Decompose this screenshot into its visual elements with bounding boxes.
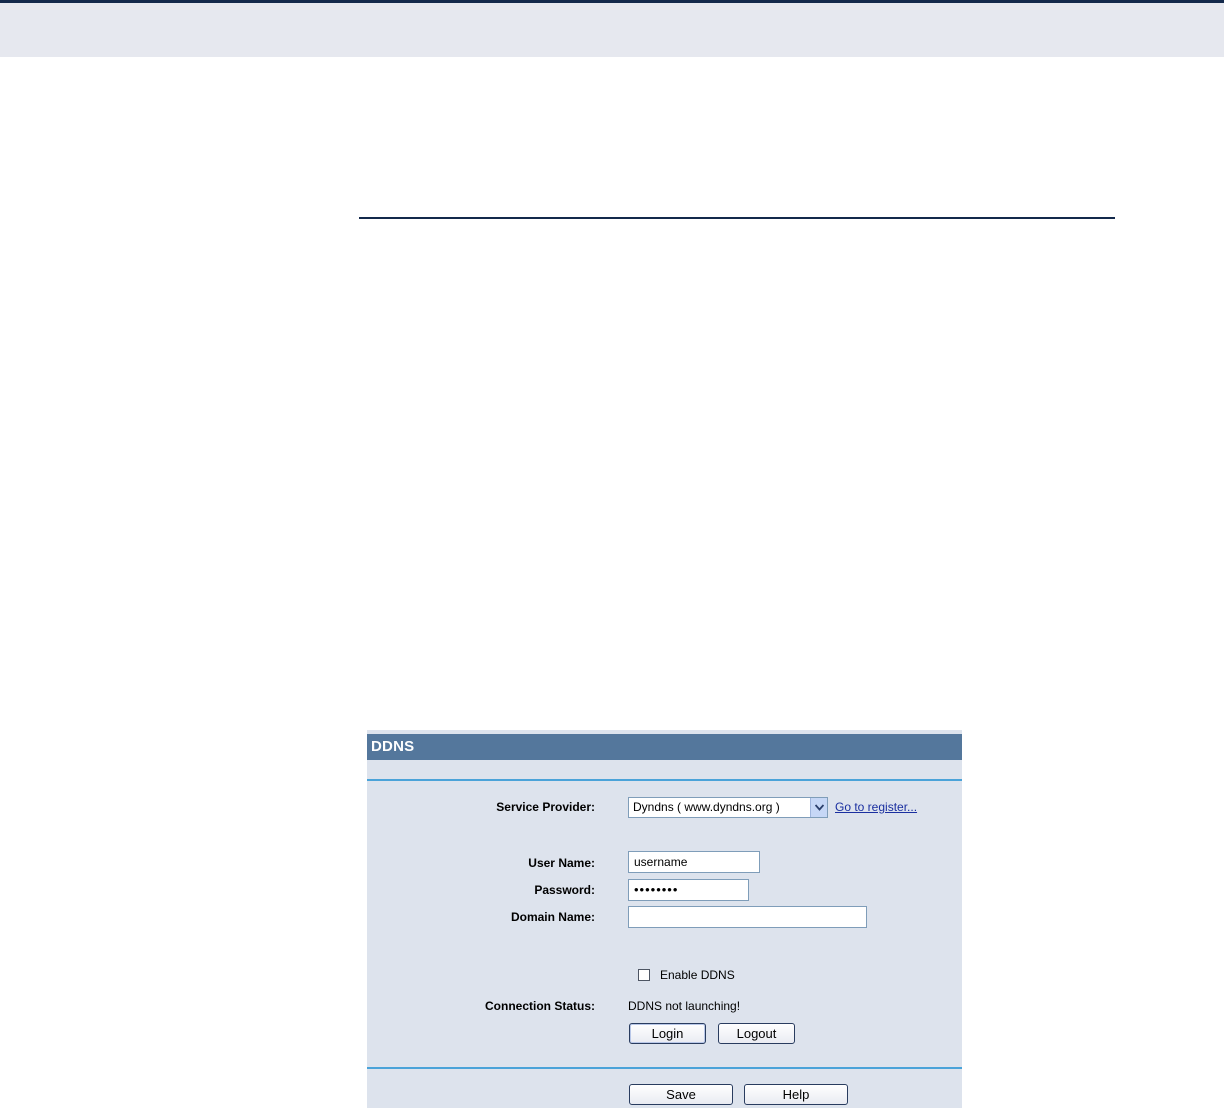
section-divider — [359, 217, 1115, 219]
enable-ddns-checkbox[interactable] — [638, 969, 650, 981]
login-button[interactable]: Login — [629, 1023, 706, 1044]
panel-divider-top — [367, 779, 962, 781]
service-provider-selected-value: Dyndns ( www.dyndns.org ) — [633, 800, 780, 814]
go-to-register-link[interactable]: Go to register... — [835, 800, 917, 814]
password-label: Password: — [534, 883, 595, 897]
logout-button[interactable]: Logout — [718, 1023, 795, 1044]
help-button[interactable]: Help — [744, 1084, 848, 1105]
connection-status-value: DDNS not launching! — [628, 999, 741, 1013]
panel-divider-bottom — [367, 1067, 962, 1069]
service-provider-label: Service Provider: — [496, 800, 595, 814]
page-header-band — [0, 0, 1224, 57]
connection-status-label: Connection Status: — [485, 999, 595, 1013]
ddns-panel: DDNS Service Provider: Dyndns ( www.dynd… — [367, 730, 962, 1108]
domain-name-input[interactable] — [628, 906, 867, 928]
user-name-label: User Name: — [528, 856, 595, 870]
password-input[interactable]: •••••••• — [628, 879, 749, 901]
panel-title: DDNS — [367, 734, 962, 760]
enable-ddns-label: Enable DDNS — [660, 968, 735, 982]
user-name-input[interactable]: username — [628, 851, 760, 873]
domain-name-label: Domain Name: — [510, 910, 595, 924]
service-provider-select[interactable]: Dyndns ( www.dyndns.org ) — [628, 797, 828, 818]
chevron-down-icon[interactable] — [810, 798, 827, 817]
save-button[interactable]: Save — [629, 1084, 733, 1105]
